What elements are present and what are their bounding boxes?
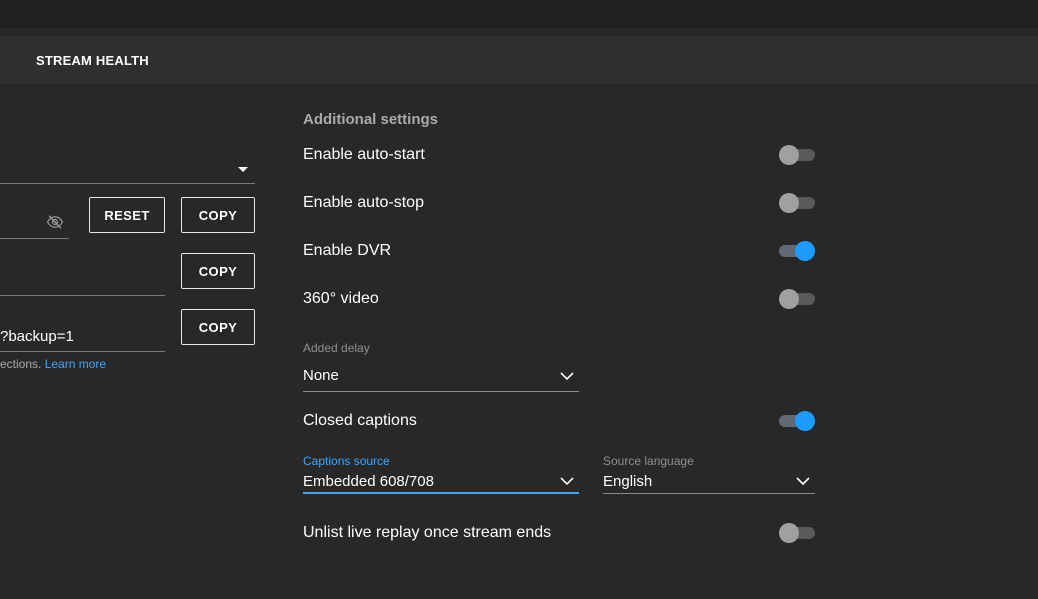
closed-captions-toggle[interactable] (779, 411, 815, 431)
dropdown-arrow-icon[interactable] (238, 167, 248, 172)
added-delay-select[interactable]: None (303, 367, 339, 384)
360-video-toggle[interactable] (779, 289, 815, 309)
source-language-select[interactable]: English (603, 473, 652, 490)
auto-start-toggle[interactable] (779, 145, 815, 165)
stream-url-underline (0, 295, 165, 296)
added-delay-label: Added delay (303, 341, 370, 355)
reset-button[interactable]: RESET (89, 197, 165, 233)
auto-stop-label: Enable auto-stop (303, 194, 424, 211)
360-video-label: 360° video (303, 290, 379, 307)
chevron-down-icon[interactable] (560, 372, 574, 381)
visibility-off-icon[interactable] (46, 213, 64, 231)
source-language-underline (603, 493, 815, 494)
captions-source-select[interactable]: Embedded 608/708 (303, 473, 434, 490)
auto-stop-toggle[interactable] (779, 193, 815, 213)
copy-backup-url-button[interactable]: COPY (181, 309, 255, 345)
additional-settings-title: Additional settings (303, 111, 438, 128)
backup-hint-text: ections. (0, 357, 45, 371)
unlist-replay-label: Unlist live replay once stream ends (303, 524, 552, 541)
copy-stream-key-button[interactable]: COPY (181, 197, 255, 233)
closed-captions-label: Closed captions (303, 412, 417, 429)
backup-hint: ections. Learn more (0, 357, 106, 371)
learn-more-link[interactable]: Learn more (45, 357, 106, 371)
captions-source-underline (303, 492, 579, 494)
chevron-down-icon[interactable] (796, 477, 810, 486)
backup-url-underline (0, 351, 165, 352)
copy-stream-url-button[interactable]: COPY (181, 253, 255, 289)
tab-stream-health[interactable]: STREAM HEALTH (36, 53, 149, 68)
tab-bar: STREAM HEALTH (0, 36, 1038, 84)
top-gap (0, 28, 1038, 36)
top-bar (0, 0, 1038, 28)
stream-key-select-underline (0, 183, 255, 184)
auto-start-label: Enable auto-start (303, 146, 425, 163)
chevron-down-icon[interactable] (560, 477, 574, 486)
backup-url-value[interactable]: ?backup=1 (0, 328, 74, 345)
dvr-toggle[interactable] (779, 241, 815, 261)
captions-source-label: Captions source (303, 454, 390, 468)
added-delay-underline (303, 391, 579, 392)
source-language-label: Source language (603, 454, 694, 468)
dvr-label: Enable DVR (303, 242, 392, 259)
unlist-replay-toggle[interactable] (779, 523, 815, 543)
stream-key-underline (0, 238, 69, 239)
